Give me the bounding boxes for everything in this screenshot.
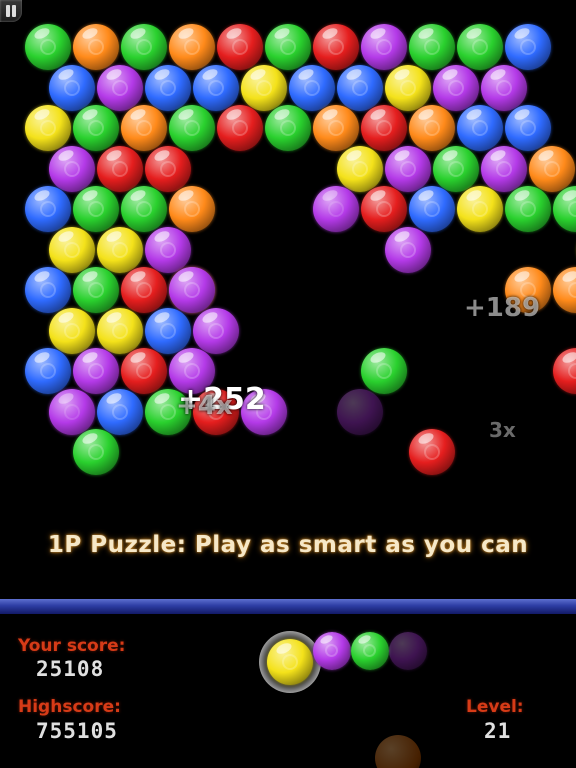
red-bubble: [217, 105, 263, 151]
falling-green-bubble: [361, 348, 407, 394]
purple-bubble: [193, 307, 239, 354]
red-bubble: [121, 348, 167, 394]
purple-bubble: [49, 145, 95, 192]
blue-bubble: [193, 64, 239, 111]
highscore-label: Highscore:: [18, 697, 121, 717]
red-bubble: [361, 105, 407, 151]
orange-bubble: [169, 186, 215, 232]
green-bubble: [457, 24, 503, 70]
level-label: Level:: [466, 697, 524, 717]
yellow-bubble: [25, 105, 71, 151]
purple-bubble: [385, 226, 431, 273]
blue-bubble: [25, 348, 71, 394]
yellow-bubble: [49, 226, 95, 273]
green-bubble: [73, 267, 119, 313]
score-popup-189: +189: [464, 293, 541, 323]
yellow-bubble: [457, 186, 503, 232]
green-bubble: [121, 186, 167, 232]
falling-purple-bubble: [313, 186, 359, 232]
falling-red-bubble: [553, 348, 576, 394]
current-bubble[interactable]: [267, 639, 313, 685]
next-green-bubble: [351, 632, 389, 670]
red-bubble: [313, 24, 359, 70]
orange-bubble: [121, 105, 167, 151]
red-bubble: [145, 145, 191, 192]
purple-bubble: [433, 64, 479, 111]
green-bubble: [73, 186, 119, 232]
yellow-bubble: [49, 307, 95, 354]
green-bubble: [433, 145, 479, 192]
purple-bubble: [145, 226, 191, 273]
combo-multiplier: 3x: [489, 418, 516, 442]
green-bubble: [121, 24, 167, 70]
purple-bubble: [481, 145, 527, 192]
mode-tagline: 1P Puzzle: Play as smart as you can: [47, 532, 529, 558]
green-bubble: [265, 24, 311, 70]
falling-purple-bubble: [49, 388, 95, 435]
orange-bubble: [169, 24, 215, 70]
blue-bubble: [25, 267, 71, 313]
green-bubble: [73, 429, 119, 475]
yellow-bubble: [337, 145, 383, 192]
yellow-bubble: [385, 64, 431, 111]
red-bubble: [217, 24, 263, 70]
falling-purple-bubble: [169, 267, 215, 313]
blue-bubble: [409, 186, 455, 232]
blue-bubble: [49, 64, 95, 111]
yellow-bubble: [241, 64, 287, 111]
score-label: Your score:: [18, 636, 126, 656]
score-value: 25108: [36, 657, 105, 681]
orange-bubble: [409, 105, 455, 151]
falling-purple-bubble: [337, 388, 383, 435]
red-bubble: [121, 267, 167, 313]
falling-red-bubble: [409, 429, 455, 475]
purple-bubble: [385, 145, 431, 192]
blue-bubble: [97, 388, 143, 435]
yellow-bubble: [97, 226, 143, 273]
purple-bubble: [481, 64, 527, 111]
blue-bubble: [505, 24, 551, 70]
shooter-divider-bar: [0, 599, 576, 614]
green-bubble: [553, 186, 576, 232]
green-bubble: [169, 105, 215, 151]
blue-bubble: [505, 105, 551, 151]
yellow-bubble: [97, 307, 143, 354]
green-bubble: [505, 186, 551, 232]
green-bubble: [409, 24, 455, 70]
green-bubble: [265, 105, 311, 151]
orange-bubble: [73, 24, 119, 70]
blue-bubble: [457, 105, 503, 151]
orange-bubble: [553, 267, 576, 313]
score-popup-multiplier: +4x: [176, 391, 233, 421]
blue-bubble: [145, 307, 191, 354]
purple-bubble: [73, 348, 119, 394]
purple-bubble: [97, 64, 143, 111]
red-bubble: [97, 145, 143, 192]
orange-bubble: [313, 105, 359, 151]
launcher-base: [375, 735, 421, 768]
purple-bubble: [361, 24, 407, 70]
green-bubble: [73, 105, 119, 151]
blue-bubble: [337, 64, 383, 111]
blue-bubble: [145, 64, 191, 111]
next-purple-bubble: [389, 632, 427, 670]
orange-bubble: [529, 145, 575, 192]
green-bubble: [25, 24, 71, 70]
blue-bubble: [25, 186, 71, 232]
level-value: 21: [484, 719, 512, 743]
game-screen[interactable]: +252 +4x +189 3x 1P Puzzle: Play as smar…: [0, 0, 576, 768]
next-purple-bubble: [313, 632, 351, 670]
highscore-value: 755105: [36, 719, 118, 743]
red-bubble: [361, 186, 407, 232]
blue-bubble: [289, 64, 335, 111]
